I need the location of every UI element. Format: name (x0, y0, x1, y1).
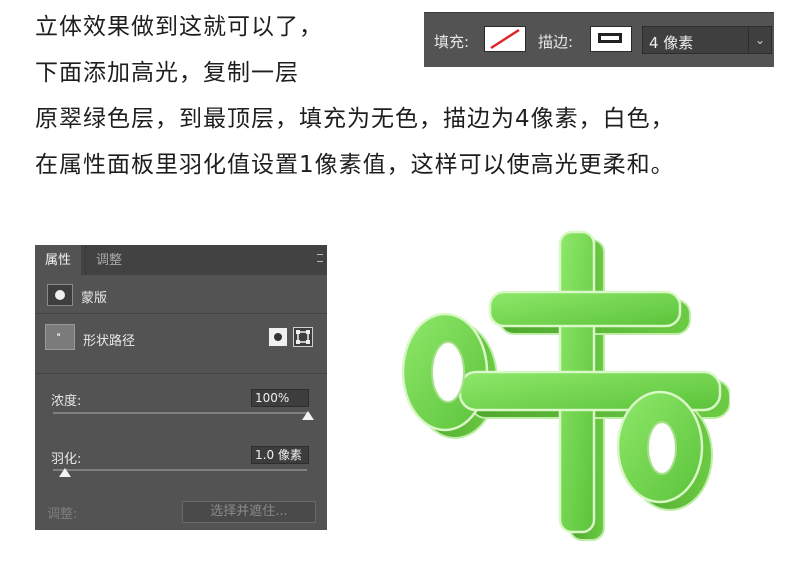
chevron-down-icon[interactable]: ⌄ (748, 27, 771, 53)
feather-slider-handle[interactable] (59, 468, 71, 477)
density-slider-track[interactable] (53, 412, 307, 414)
instruction-line-2: 下面添加高光，复制一层 (35, 60, 299, 86)
panel-menu-icon[interactable] (317, 254, 323, 262)
tab-adjustments[interactable]: 调整 (85, 245, 132, 275)
stroke-swatch-icon[interactable] (590, 26, 632, 52)
stroke-size-value: 4 像素 (649, 34, 694, 52)
panel-tabs: 属性 调整 (35, 245, 327, 275)
shape-options-toolbar: 填充: 描边: 4 像素 ⌄ (424, 12, 774, 67)
shape-path-row[interactable]: ⁌ 形状路径 (35, 324, 327, 352)
feather-slider-track[interactable] (53, 469, 307, 471)
adjust-label: 调整: (47, 507, 78, 522)
density-slider-handle[interactable] (302, 411, 314, 420)
feather-label: 羽化: (51, 452, 82, 467)
select-and-mask-button[interactable]: 选择并遮住... (182, 501, 316, 523)
mask-icon (47, 284, 73, 306)
vector-mask-icon[interactable] (293, 327, 313, 347)
properties-panel: 属性 调整 蒙版 ⁌ 形状路径 浓度: 100% 羽化: 1.0 像素 调整: … (35, 245, 327, 530)
stroke-label: 描边: (538, 33, 574, 51)
instruction-line-1: 立体效果做到这就可以了， (35, 14, 323, 40)
stroke-size-select[interactable]: 4 像素 ⌄ (642, 26, 772, 54)
vector-mask-thumbnail: ⁌ (45, 324, 75, 350)
shape-path-label: 形状路径 (83, 334, 136, 349)
feather-input[interactable]: 1.0 像素 (251, 446, 309, 464)
density-label: 浓度: (51, 394, 82, 409)
instruction-line-4: 在属性面板里羽化值设置1像素值，这样可以使高光更柔和。 (35, 152, 675, 178)
no-color-swatch-icon[interactable] (484, 26, 526, 52)
instruction-line-3: 原翠绿色层，到最顶层，填充为无色，描边为4像素，白色， (35, 106, 675, 132)
green-3d-character-artwork (401, 230, 730, 541)
fill-label: 填充: (434, 33, 470, 51)
select-pixel-mask-icon[interactable] (268, 327, 288, 347)
density-input[interactable]: 100% (251, 389, 309, 407)
mask-label: 蒙版 (81, 291, 108, 306)
tab-properties[interactable]: 属性 (35, 245, 82, 275)
